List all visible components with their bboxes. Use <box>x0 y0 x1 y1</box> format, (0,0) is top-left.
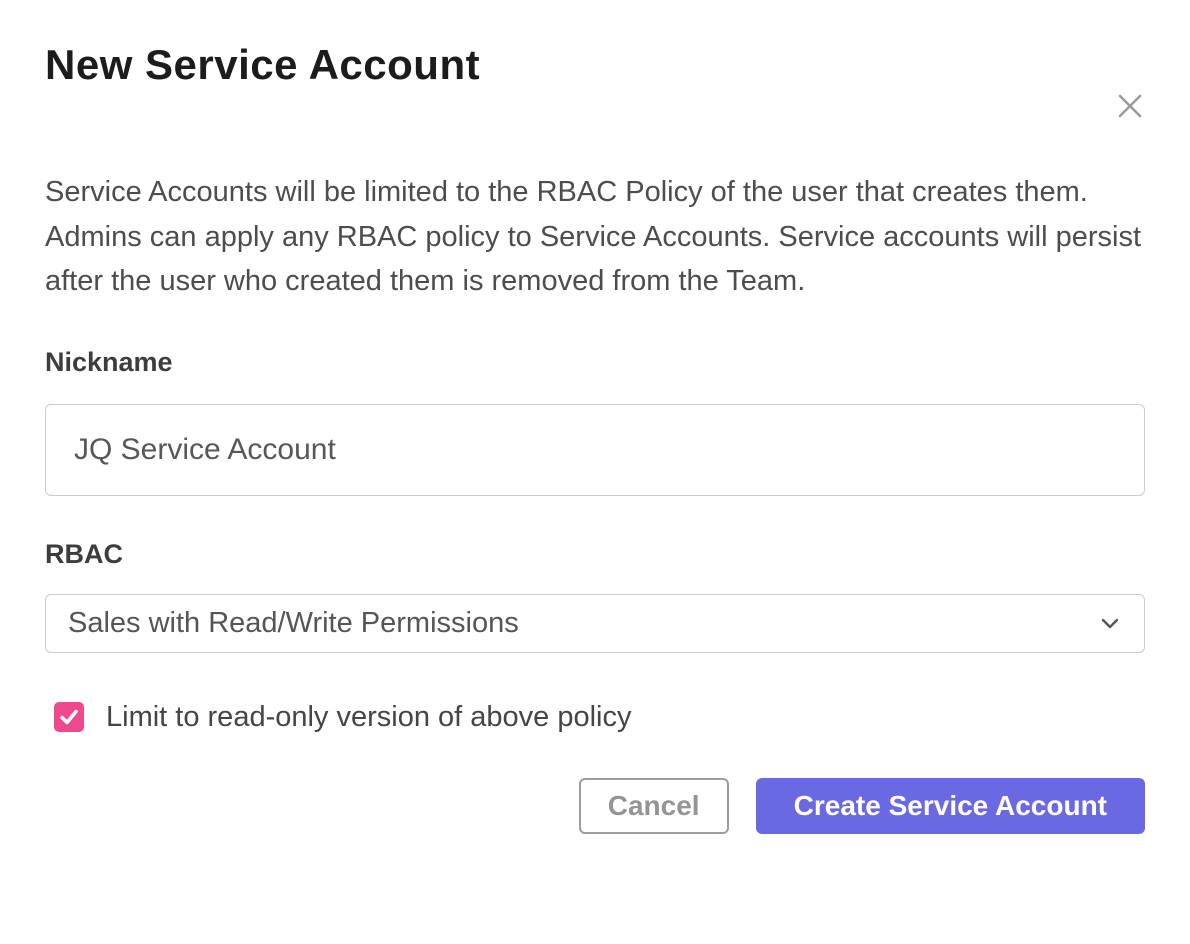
modal-footer: Cancel Create Service Account <box>45 778 1145 834</box>
readonly-checkbox-row: Limit to read-only version of above poli… <box>54 701 1145 734</box>
modal-title: New Service Account <box>45 40 1145 90</box>
nickname-label: Nickname <box>45 346 1145 378</box>
rbac-selected-value: Sales with Read/Write Permissions <box>68 607 519 640</box>
close-button[interactable] <box>1112 88 1148 124</box>
modal-description: Service Accounts will be limited to the … <box>45 170 1145 304</box>
new-service-account-modal: New Service Account Service Accounts wil… <box>0 40 1190 944</box>
checkmark-icon <box>57 705 81 729</box>
rbac-select[interactable]: Sales with Read/Write Permissions <box>45 594 1145 653</box>
nickname-input[interactable] <box>45 404 1145 496</box>
chevron-down-icon <box>1098 611 1122 635</box>
cancel-button[interactable]: Cancel <box>579 778 729 834</box>
close-icon <box>1115 91 1145 121</box>
rbac-label: RBAC <box>45 538 1145 570</box>
create-service-account-button[interactable]: Create Service Account <box>756 778 1145 834</box>
readonly-checkbox[interactable] <box>54 702 84 732</box>
readonly-checkbox-label: Limit to read-only version of above poli… <box>106 701 631 734</box>
